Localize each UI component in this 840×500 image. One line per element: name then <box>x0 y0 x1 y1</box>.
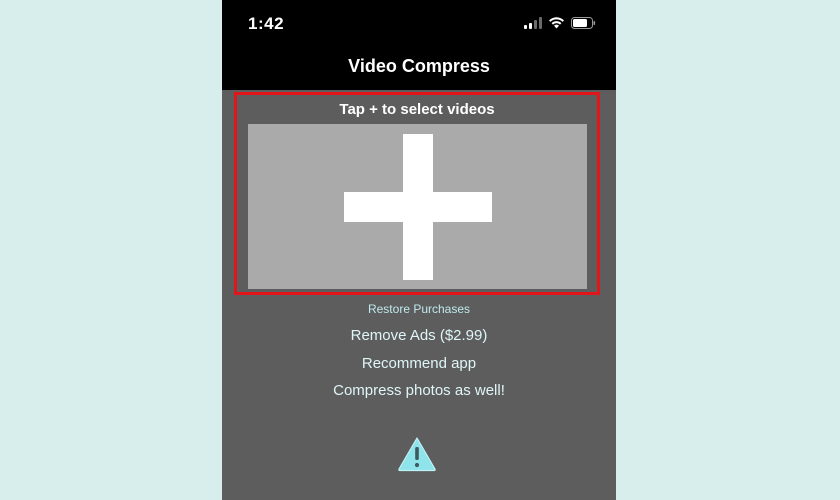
page-title: Video Compress <box>348 56 490 76</box>
remove-ads-link[interactable]: Remove Ads ($2.99) <box>222 327 616 344</box>
battery-icon <box>571 17 596 29</box>
navigation-bar: Video Compress <box>222 44 616 90</box>
select-videos-highlight: Tap + to select videos <box>234 92 600 295</box>
recommend-app-link[interactable]: Recommend app <box>222 355 616 372</box>
wifi-icon <box>548 16 565 29</box>
plus-icon-vertical <box>403 134 433 280</box>
compress-photos-link[interactable]: Compress photos as well! <box>222 382 616 399</box>
signal-icon <box>524 17 542 29</box>
warning-icon[interactable] <box>397 436 437 472</box>
select-videos-hint: Tap + to select videos <box>339 101 495 118</box>
status-icons <box>524 15 596 29</box>
status-bar: 1:42 <box>222 0 616 44</box>
add-videos-button[interactable] <box>248 124 587 289</box>
status-time: 1:42 <box>248 14 285 33</box>
restore-purchases-link[interactable]: Restore Purchases <box>222 302 616 316</box>
phone-screen: 1:42 Video Compress Tap + to select vide… <box>222 0 616 500</box>
